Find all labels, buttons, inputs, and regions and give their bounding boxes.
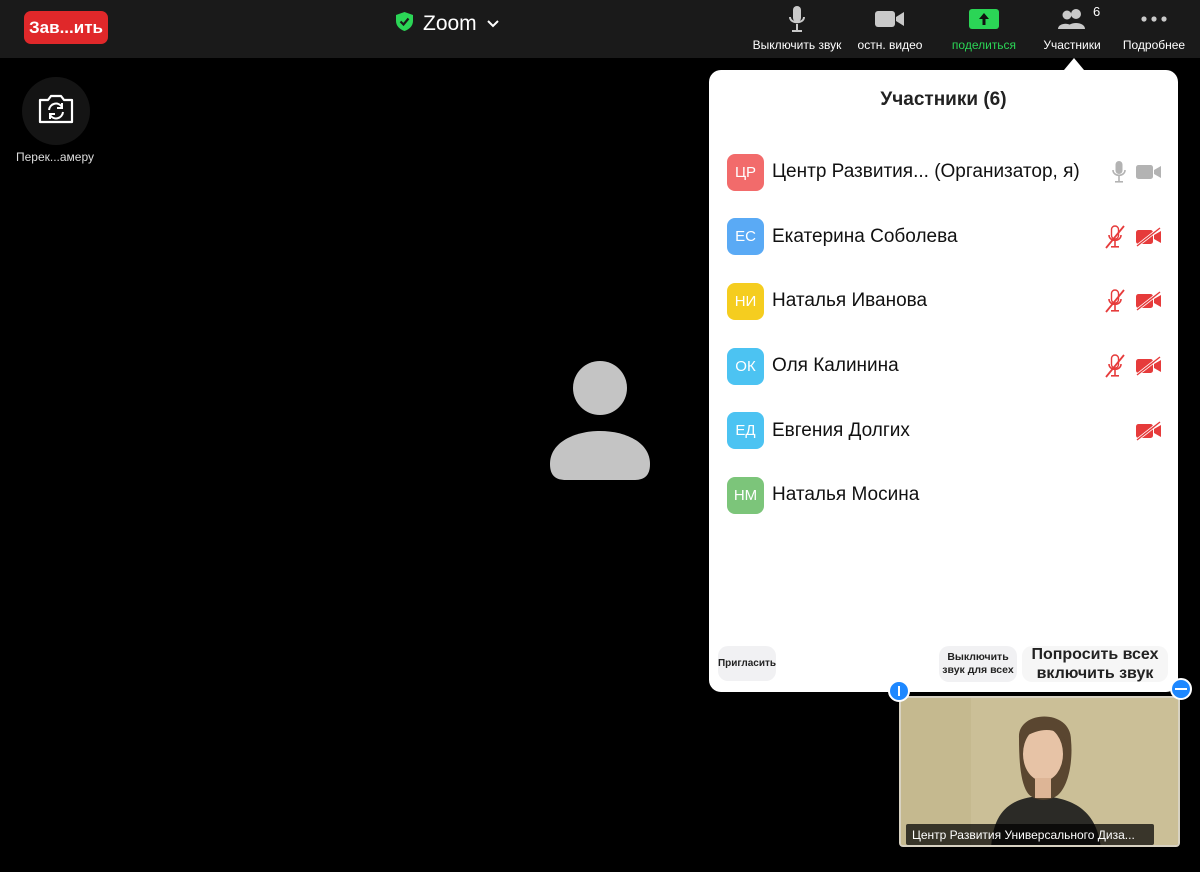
microphone-muted-icon <box>1104 225 1126 249</box>
plus-icon <box>898 686 900 696</box>
switch-camera-label: Перек...амеру <box>15 150 95 164</box>
switch-camera-button[interactable] <box>22 77 90 145</box>
video-camera-off-icon <box>1136 291 1162 312</box>
share-label: поделиться <box>951 38 1017 52</box>
share-upload-icon <box>969 4 999 34</box>
participants-icon <box>1057 4 1087 34</box>
stop-video-button[interactable]: остн. видео <box>850 4 930 54</box>
minus-icon <box>1175 688 1187 690</box>
invite-button[interactable]: Пригласить <box>718 646 776 681</box>
shield-check-icon <box>396 12 413 36</box>
participant-status-icons <box>1112 160 1162 184</box>
participant-row[interactable]: НИ Наталья Иванова <box>709 269 1178 334</box>
microphone-muted-icon <box>1104 354 1126 378</box>
meeting-title-dropdown[interactable]: Zoom <box>396 10 499 38</box>
participant-status-icons <box>1104 289 1162 314</box>
participant-name: Оля Калинина <box>772 355 899 377</box>
video-camera-off-icon <box>1136 420 1162 441</box>
minimize-self-view-button[interactable] <box>1170 678 1192 700</box>
video-camera-icon <box>1136 164 1162 180</box>
mute-all-button[interactable]: Выключить звук для всех <box>939 646 1017 682</box>
video-label: остн. видео <box>857 38 923 52</box>
camera-switch-icon <box>37 94 75 129</box>
end-meeting-button[interactable]: Зав...ить <box>24 11 108 44</box>
video-camera-off-icon <box>1136 356 1162 377</box>
more-button[interactable]: Подробнее <box>1116 4 1192 54</box>
participant-avatar: НИ <box>727 282 764 320</box>
self-video-view[interactable]: Центр Развития Универсального Диза... <box>899 696 1180 847</box>
self-video-name-label: Центр Развития Универсального Диза... <box>906 824 1154 845</box>
participants-count-badge: 6 <box>1093 4 1101 19</box>
participants-panel-title: Участники (6) <box>880 89 1007 110</box>
participant-row[interactable]: ОК Оля Калинина <box>709 334 1178 399</box>
participant-row[interactable]: ЕС Екатерина Соболева <box>709 205 1178 270</box>
participant-status-icons <box>1104 225 1162 249</box>
microphone-icon <box>788 4 806 34</box>
participant-name: Наталья Мосина <box>772 484 920 506</box>
participant-avatar: ЕД <box>727 412 764 450</box>
participant-name: Центр Развития... (Организатор, я) <box>772 161 1080 183</box>
participants-panel: Участники (6) ЦР Центр Развития... (Орган… <box>709 70 1178 692</box>
participant-row[interactable]: ЦР Центр Развития... (Организатор, я) <box>709 140 1178 205</box>
participant-row[interactable]: НМ Наталья Мосина <box>709 463 1178 528</box>
participant-name: Евгения Долгих <box>772 419 910 441</box>
more-label: Подробнее <box>1122 38 1186 52</box>
participant-avatar: ЦР <box>727 153 764 191</box>
more-dots-icon <box>1141 4 1167 34</box>
panel-pointer <box>1064 58 1084 70</box>
participants-label: Участники <box>1043 38 1101 52</box>
video-camera-icon <box>875 4 905 34</box>
mute-button[interactable]: Выключить звук <box>751 4 843 54</box>
mute-label: Выключить звук <box>752 38 842 52</box>
participant-avatar: ОК <box>727 347 764 385</box>
participant-row[interactable]: ЕД Евгения Долгих <box>709 398 1178 463</box>
microphone-icon <box>1112 160 1126 184</box>
chevron-down-icon <box>486 15 499 33</box>
participant-avatar: НМ <box>727 476 764 514</box>
meeting-toolbar: Зав...ить Zoom Выключить звук остн. виде… <box>0 0 1200 58</box>
participant-name: Наталья Иванова <box>772 290 928 312</box>
share-screen-button[interactable]: поделиться <box>944 4 1024 54</box>
participant-placeholder-avatar-icon <box>548 360 652 482</box>
participant-name: Екатерина Соболева <box>772 225 958 247</box>
participants-list: ЦР Центр Развития... (Организатор, я) ЕС Ек… <box>709 140 1178 528</box>
microphone-muted-icon <box>1104 289 1126 314</box>
participant-avatar: ЕС <box>727 218 764 256</box>
ask-all-unmute-button[interactable]: Попросить всех включить звук <box>1022 646 1168 682</box>
meeting-title: Zoom <box>423 12 477 35</box>
video-camera-off-icon <box>1136 226 1162 247</box>
expand-self-view-button[interactable] <box>888 680 910 702</box>
participant-status-icons <box>1136 420 1162 441</box>
participant-status-icons <box>1104 354 1162 378</box>
